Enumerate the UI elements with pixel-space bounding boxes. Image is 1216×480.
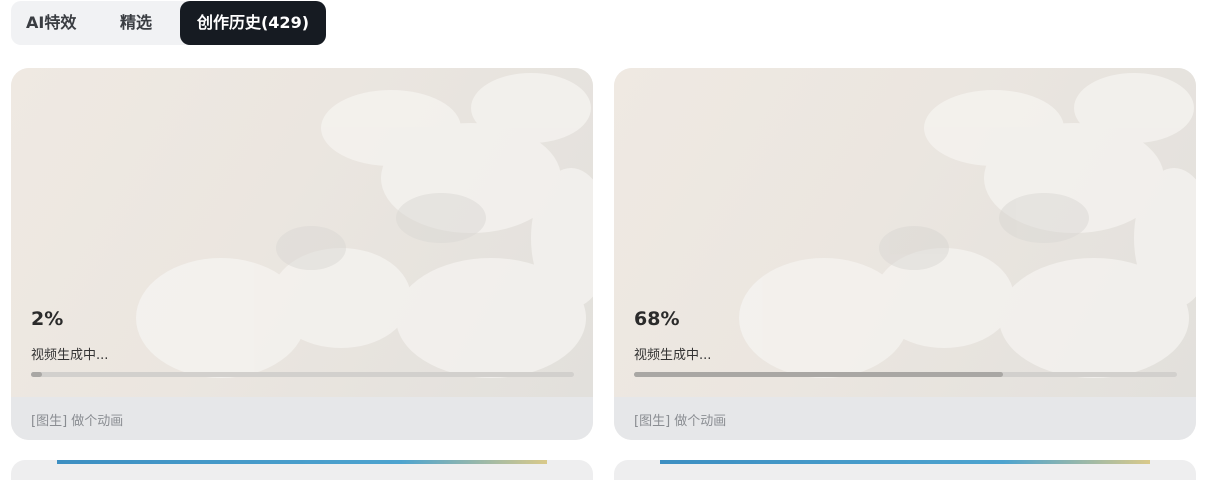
- progress-bar: [634, 372, 1177, 377]
- video-thumbnail: [57, 460, 547, 464]
- tab-picks[interactable]: 精选: [120, 1, 152, 45]
- generation-card-partial[interactable]: [614, 460, 1196, 480]
- card-footer: [图生] 做个动画: [614, 397, 1196, 440]
- card-footer: [图生] 做个动画: [11, 397, 593, 440]
- tab-bar: AI特效 精选 创作历史(429): [11, 1, 326, 45]
- progress-bar-fill: [31, 372, 42, 377]
- video-thumbnail: 2% 视频生成中...: [11, 68, 593, 397]
- tab-creation-history[interactable]: 创作历史(429): [180, 1, 326, 45]
- progress-percent: 2%: [31, 308, 64, 330]
- generation-card[interactable]: 2% 视频生成中... [图生] 做个动画: [11, 68, 593, 440]
- progress-bar-fill: [634, 372, 1003, 377]
- progress-percent: 68%: [634, 308, 680, 330]
- video-thumbnail: [660, 460, 1150, 464]
- progress-bar: [31, 372, 574, 377]
- status-text: 视频生成中...: [31, 348, 109, 363]
- video-thumbnail: 68% 视频生成中...: [614, 68, 1196, 397]
- prompt-text: [图生] 做个动画: [634, 414, 727, 429]
- tab-ai-effects[interactable]: AI特效: [26, 1, 76, 45]
- generation-card[interactable]: 68% 视频生成中... [图生] 做个动画: [614, 68, 1196, 440]
- generation-card-partial[interactable]: [11, 460, 593, 480]
- prompt-text: [图生] 做个动画: [31, 414, 124, 429]
- status-text: 视频生成中...: [634, 348, 712, 363]
